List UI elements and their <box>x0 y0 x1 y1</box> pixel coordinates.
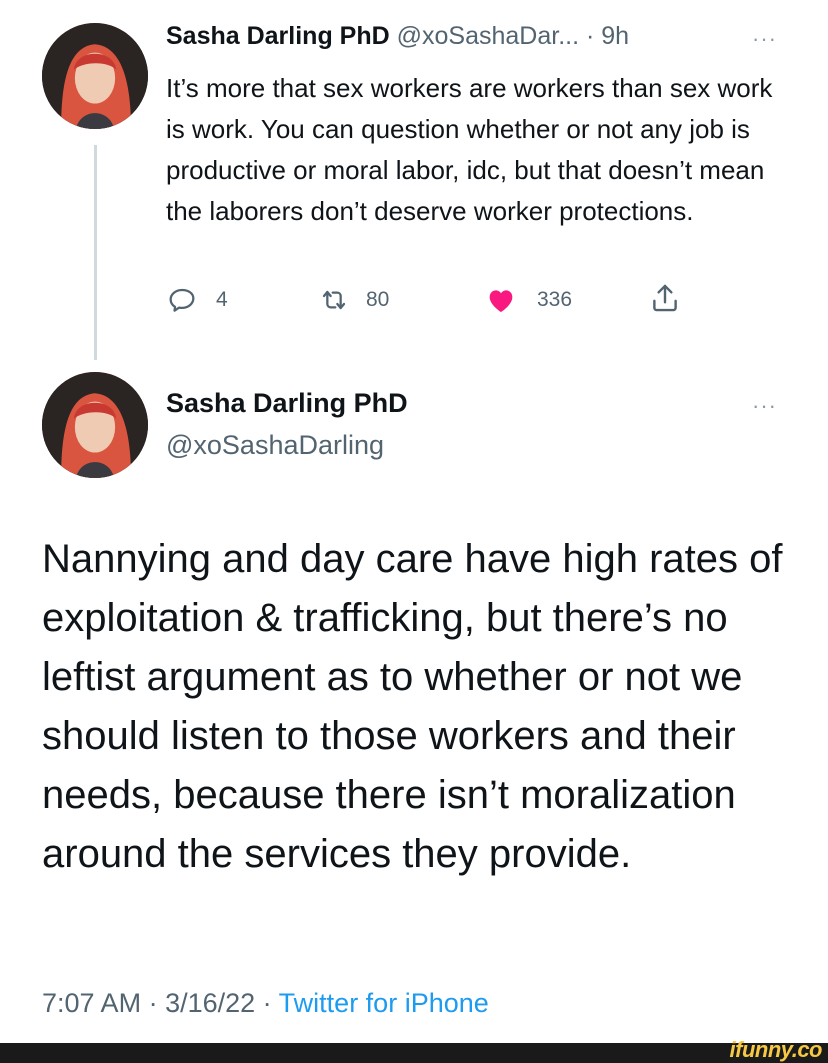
bottom-bar: ifunny.co <box>0 1037 828 1063</box>
tweet-time[interactable]: 9h <box>601 22 629 50</box>
tweet1-actions: 4 80 336 <box>166 284 726 320</box>
avatar-photo <box>42 372 148 478</box>
author-handle[interactable]: @xoSashaDar... <box>397 22 579 50</box>
share-icon <box>653 284 677 312</box>
retweet-count: 80 <box>366 288 390 311</box>
like-count: 336 <box>537 288 573 311</box>
retweet-icon <box>322 290 346 310</box>
tweet2-text: Nannying and day care have high rates of… <box>42 537 783 876</box>
heart-icon <box>489 290 513 312</box>
more-options-icon[interactable]: ··· <box>752 26 777 52</box>
tweet1-header: Sasha Darling PhD @xoSashaDar... · 9h <box>166 22 629 51</box>
retweet-button[interactable]: 80 <box>318 284 389 316</box>
avatar[interactable] <box>42 23 148 129</box>
tweet1-text: It’s more that sex workers are workers t… <box>166 73 773 226</box>
watermark-logo: ifunny.co <box>729 1037 823 1062</box>
thread-connector <box>94 145 97 360</box>
more-options-icon[interactable]: ··· <box>752 393 777 419</box>
separator: · <box>255 988 279 1018</box>
tweet-timestamp[interactable]: 7:07 AM <box>42 988 141 1018</box>
separator: · <box>141 988 166 1018</box>
tweet-meta: 7:07 AM · 3/16/22 · Twitter for iPhone <box>42 988 489 1019</box>
avatar[interactable] <box>42 372 148 478</box>
author-handle[interactable]: @xoSashaDarling <box>166 430 384 461</box>
client-link[interactable]: Twitter for iPhone <box>279 988 489 1018</box>
tweet-date[interactable]: 3/16/22 <box>165 988 255 1018</box>
reply-button[interactable]: 4 <box>166 284 228 316</box>
avatar-photo <box>42 23 148 129</box>
like-button[interactable]: 336 <box>484 284 572 316</box>
share-button[interactable] <box>648 280 682 316</box>
separator: · <box>579 22 602 50</box>
reply-icon <box>169 288 195 312</box>
author-name[interactable]: Sasha Darling PhD <box>166 388 408 419</box>
reply-count: 4 <box>216 288 228 311</box>
author-name[interactable]: Sasha Darling PhD <box>166 22 390 50</box>
